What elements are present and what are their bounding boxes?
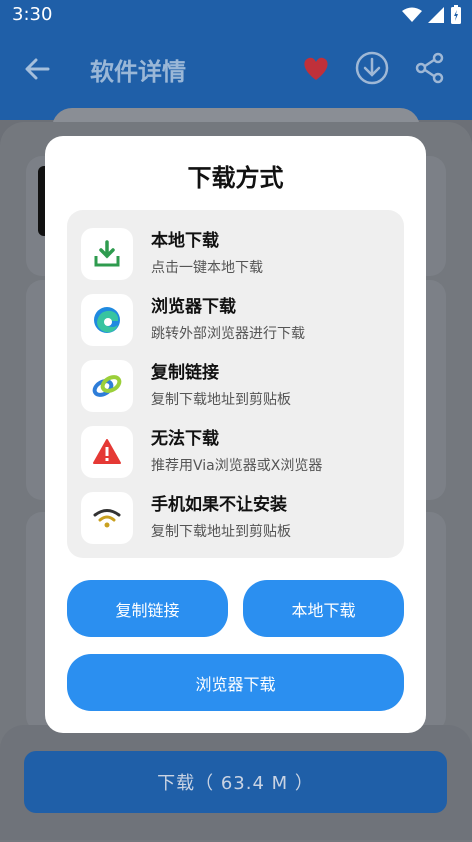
option-name: 浏览器下载 xyxy=(151,297,236,317)
status-time: 3:30 xyxy=(12,4,53,25)
status-icons xyxy=(402,5,462,25)
download-options-list: 本地下载 点击一键本地下载 浏览器下载 跳转外部浏览器进行下载 复制链接 复制下… xyxy=(67,210,404,558)
option-copy-link[interactable]: 复制链接 复制下载地址到剪贴板 xyxy=(81,358,401,418)
option-name: 复制链接 xyxy=(151,363,219,383)
download-size-button[interactable]: 下载（ 63.4 M ） xyxy=(24,751,447,813)
signal-icon xyxy=(428,7,444,23)
option-name: 无法下载 xyxy=(151,429,219,449)
back-arrow-icon[interactable] xyxy=(22,54,52,84)
option-desc: 跳转外部浏览器进行下载 xyxy=(151,326,305,342)
app-bar: 3:30 软件详情 xyxy=(0,0,472,120)
option-desc: 复制下载地址到剪贴板 xyxy=(151,392,291,408)
local-download-button[interactable]: 本地下载 xyxy=(243,580,404,637)
option-install-blocked[interactable]: 手机如果不让安装 复制下载地址到剪贴板 xyxy=(81,490,401,550)
option-cannot-download[interactable]: 无法下载 推荐用Via浏览器或X浏览器 xyxy=(81,424,401,484)
status-bar: 3:30 xyxy=(0,0,472,30)
option-desc: 点击一键本地下载 xyxy=(151,260,263,276)
edge-browser-icon xyxy=(81,294,133,346)
link-icon xyxy=(81,360,133,412)
wifi-status-icon xyxy=(402,7,422,22)
heart-icon[interactable] xyxy=(298,50,334,86)
copy-link-button[interactable]: 复制链接 xyxy=(67,580,228,637)
wifi-icon xyxy=(81,492,133,544)
share-icon[interactable] xyxy=(412,50,448,86)
browser-download-button[interactable]: 浏览器下载 xyxy=(67,654,404,711)
option-browser-download[interactable]: 浏览器下载 跳转外部浏览器进行下载 xyxy=(81,292,401,352)
download-method-dialog: 下载方式 本地下载 点击一键本地下载 浏览器下载 跳转外部浏览器进行下载 复制链… xyxy=(45,136,426,733)
option-name: 手机如果不让安装 xyxy=(151,495,287,515)
page-title: 软件详情 xyxy=(90,58,186,86)
option-desc: 复制下载地址到剪贴板 xyxy=(151,524,291,540)
download-icon[interactable] xyxy=(354,50,390,86)
option-local-download[interactable]: 本地下载 点击一键本地下载 xyxy=(81,226,401,286)
battery-icon xyxy=(451,5,461,24)
warning-icon xyxy=(81,426,133,478)
download-box-icon xyxy=(81,228,133,280)
dialog-title: 下载方式 xyxy=(187,164,284,192)
title-row: 软件详情 xyxy=(0,44,472,94)
option-desc: 推荐用Via浏览器或X浏览器 xyxy=(151,458,323,474)
option-name: 本地下载 xyxy=(151,231,219,251)
